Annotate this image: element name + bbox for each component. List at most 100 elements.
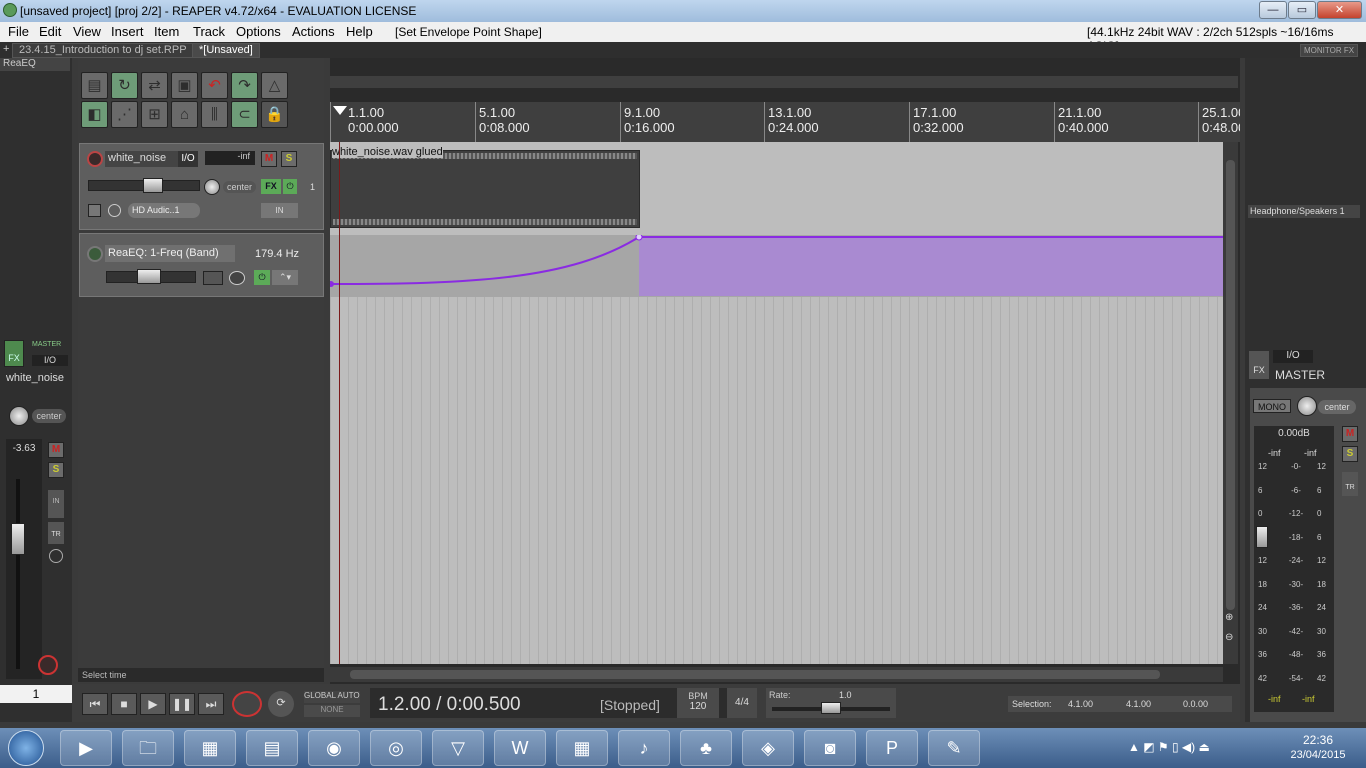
- automation-trim-button[interactable]: TR: [48, 522, 64, 544]
- item-grouping-icon[interactable]: ⊞: [141, 101, 168, 128]
- speaker-app-icon[interactable]: ◙: [804, 730, 856, 766]
- music-app-icon[interactable]: ♪: [618, 730, 670, 766]
- clock-time[interactable]: 22:36: [1288, 733, 1348, 747]
- bpm-box[interactable]: BPM 120: [677, 688, 719, 718]
- track-volume-slider[interactable]: [88, 178, 200, 193]
- open-project-icon[interactable]: ↻: [111, 72, 138, 99]
- tab-project-1[interactable]: 23.4.15_Introduction to dj set.RPP: [12, 43, 194, 58]
- clock-date[interactable]: 23/04/2015: [1280, 749, 1356, 761]
- redo-icon[interactable]: ↷: [231, 72, 258, 99]
- master-trim-button[interactable]: TR: [1342, 472, 1358, 496]
- record-button[interactable]: [232, 691, 262, 717]
- menu-view[interactable]: View: [73, 24, 101, 39]
- new-project-icon[interactable]: ▤: [81, 72, 108, 99]
- master-mute-button[interactable]: M: [1342, 426, 1358, 442]
- tray-icons[interactable]: ▲ ◩ ⚑ ▯ ◀) ⏏: [1128, 740, 1210, 754]
- audio-app-icon[interactable]: ◎: [370, 730, 422, 766]
- selection-start[interactable]: 4.1.00: [1068, 699, 1093, 709]
- track-fx-bypass-icon[interactable]: ⏻: [283, 179, 297, 194]
- zoom-out-vertical-icon[interactable]: ⊖: [1225, 632, 1233, 643]
- envelope-panel[interactable]: ReaEQ: 1-Freq (Band) 179.4 Hz ⏻ ⌃▾: [79, 233, 324, 297]
- close-button[interactable]: ✕: [1317, 1, 1362, 19]
- word-icon[interactable]: W: [494, 730, 546, 766]
- track-lanes[interactable]: white_noise.wav glued: [330, 142, 1223, 664]
- repeat-icon[interactable]: ⟳: [268, 691, 294, 717]
- track-pan-knob[interactable]: [204, 179, 220, 195]
- vertical-scrollbar[interactable]: ⊕ ⊖: [1223, 142, 1238, 664]
- envelope-slider[interactable]: [106, 269, 196, 284]
- envelope-mode-dropdown[interactable]: ⌃▾: [272, 270, 298, 285]
- menu-actions[interactable]: Actions: [292, 24, 335, 39]
- master-pan-knob[interactable]: [1297, 396, 1317, 416]
- project-settings-icon[interactable]: ▣: [171, 72, 198, 99]
- envelope-icon[interactable]: [88, 204, 101, 217]
- file-explorer-icon[interactable]: 🗀: [122, 730, 174, 766]
- undo-icon[interactable]: ↶: [201, 72, 228, 99]
- unity-icon[interactable]: ◈: [742, 730, 794, 766]
- input-monitor-toggle[interactable]: IN: [261, 203, 298, 218]
- media-item[interactable]: [330, 150, 640, 228]
- zoom-in-vertical-icon[interactable]: ⊕: [1225, 612, 1233, 623]
- menu-help[interactable]: Help: [346, 24, 373, 39]
- task-manager-icon[interactable]: ▤: [246, 730, 298, 766]
- horizontal-scroll-thumb[interactable]: [350, 670, 1160, 679]
- phase-invert-icon[interactable]: [108, 204, 121, 217]
- go-to-end-button[interactable]: ⏭: [198, 693, 224, 715]
- record-arm-icon[interactable]: [38, 655, 58, 675]
- master-io-button[interactable]: I/O: [1273, 350, 1313, 363]
- metronome-icon[interactable]: △: [261, 72, 288, 99]
- menu-options[interactable]: Options: [236, 24, 281, 39]
- envelope-link-icon[interactable]: ⌂: [171, 101, 198, 128]
- loop-icon[interactable]: ⊂: [231, 101, 258, 128]
- playhead-marker-icon[interactable]: [333, 106, 347, 115]
- master-fader-handle[interactable]: [1256, 526, 1268, 548]
- save-project-icon[interactable]: ⇄: [141, 72, 168, 99]
- reaper-icon[interactable]: ▽: [432, 730, 484, 766]
- phase-icon[interactable]: [49, 549, 63, 563]
- playrate-box[interactable]: Rate: 1.0: [766, 688, 896, 718]
- fx-button[interactable]: FX: [4, 340, 24, 367]
- powerpoint-icon[interactable]: P: [866, 730, 918, 766]
- envelope-name[interactable]: ReaEQ: 1-Freq (Band): [105, 245, 235, 262]
- pan-knob[interactable]: [9, 406, 29, 426]
- global-automation-mode[interactable]: NONE: [304, 705, 360, 717]
- vertical-scroll-thumb[interactable]: [1226, 160, 1235, 610]
- minimize-button[interactable]: —: [1259, 1, 1287, 19]
- volume-fader-handle[interactable]: [11, 523, 25, 555]
- mixer-track-name[interactable]: white_noise: [0, 372, 70, 384]
- menu-file[interactable]: File: [8, 24, 29, 39]
- master-solo-button[interactable]: S: [1342, 446, 1358, 462]
- stop-button[interactable]: ■: [111, 693, 137, 715]
- envelope-shape-icon[interactable]: [203, 271, 223, 285]
- track-io-button[interactable]: I/O: [178, 151, 198, 167]
- calculator-icon[interactable]: ▦: [184, 730, 236, 766]
- media-player-icon[interactable]: ▶: [60, 730, 112, 766]
- menu-edit[interactable]: Edit: [39, 24, 61, 39]
- monitor-fx-button[interactable]: MONITOR FX: [1300, 44, 1359, 57]
- track-panel[interactable]: white_noise I/O -inf M S center FX ⏻ HD …: [79, 143, 324, 230]
- input-monitor-button[interactable]: IN: [48, 490, 64, 518]
- volume-fader-track[interactable]: -3.63: [6, 439, 58, 679]
- envelope-knob[interactable]: [229, 271, 245, 285]
- pause-button[interactable]: ❚❚: [169, 693, 195, 715]
- mono-button[interactable]: MONO: [1253, 399, 1291, 413]
- horizontal-scrollbar[interactable]: [330, 667, 1223, 682]
- hardware-output-label[interactable]: Headphone/Speakers 1: [1248, 205, 1360, 218]
- grid-snap-icon[interactable]: ◧: [81, 101, 108, 128]
- solo-button[interactable]: S: [48, 462, 64, 478]
- go-to-start-button[interactable]: ⏮: [82, 693, 108, 715]
- track-record-arm-icon[interactable]: [87, 151, 103, 167]
- global-automation-label[interactable]: GLOBAL AUTO: [304, 691, 360, 703]
- grid-app-icon[interactable]: ▦: [556, 730, 608, 766]
- play-button[interactable]: ▶: [140, 693, 166, 715]
- mute-button[interactable]: M: [48, 442, 64, 458]
- time-signature[interactable]: 4/4: [727, 688, 757, 718]
- maximize-button[interactable]: ▭: [1288, 1, 1316, 19]
- tab-unsaved[interactable]: *[Unsaved]: [192, 43, 260, 58]
- input-select[interactable]: HD Audic..1: [128, 203, 200, 218]
- menu-item[interactable]: Item: [154, 24, 179, 39]
- selection-box[interactable]: Selection: 4.1.00 4.1.00 0.0.00: [1008, 696, 1232, 712]
- envelope-slider-handle[interactable]: [137, 269, 161, 284]
- master-fx-button[interactable]: FX: [1249, 351, 1269, 379]
- track-name-field[interactable]: white_noise: [105, 151, 178, 167]
